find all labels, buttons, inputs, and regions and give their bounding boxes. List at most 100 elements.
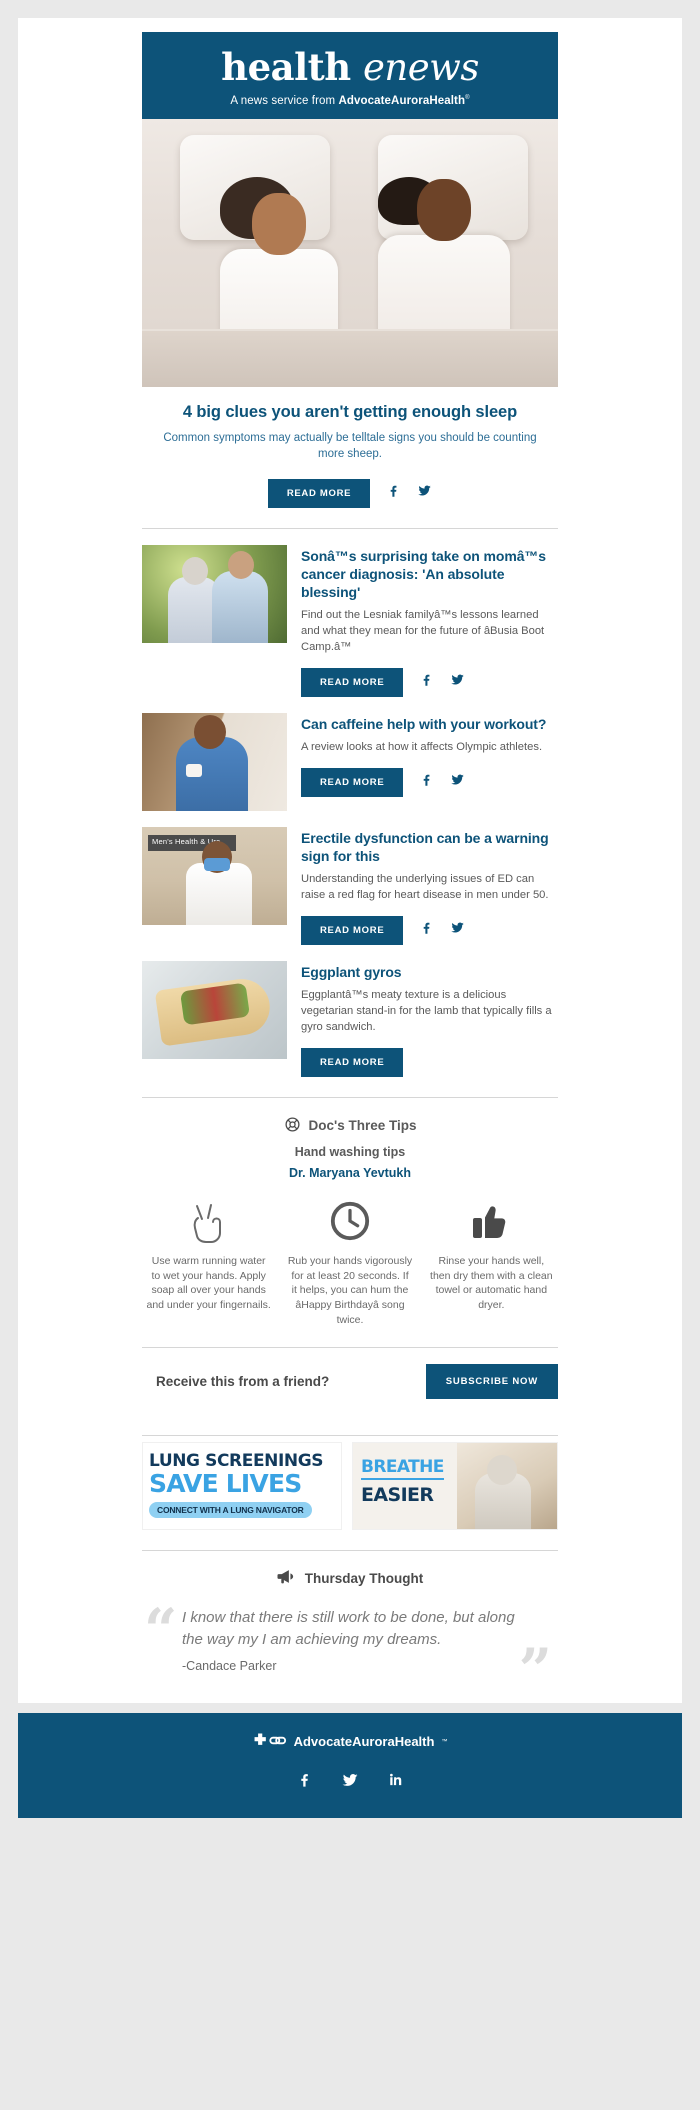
article-read-more-button[interactable]: READ MORE — [301, 915, 404, 945]
article-cta-row: READ MORE — [301, 667, 558, 697]
thought-heading-text: Thursday Thought — [304, 1570, 424, 1586]
thumbs-up-icon — [425, 1198, 558, 1244]
article-cta-row: READ MORE — [301, 915, 558, 945]
ad-line-1: LUNG SCREENINGS — [149, 1451, 324, 1472]
ad-line-2: EASIER — [361, 1484, 434, 1507]
masthead-subtitle: A news service from AdvocateAuroraHealth… — [142, 95, 558, 107]
twitter-icon[interactable] — [450, 772, 465, 792]
quote-text: I know that there is still work to be do… — [182, 1609, 515, 1649]
article-cta-row: READ MORE — [301, 767, 558, 797]
article-read-more-button[interactable]: READ MORE — [301, 667, 404, 697]
tips-author[interactable]: Dr. Maryana Yevtukh — [18, 1166, 682, 1180]
ad-lung-screenings[interactable]: LUNG SCREENINGS SAVE LIVES CONNECT WITH … — [142, 1442, 342, 1531]
hero-image-couple-in-bed[interactable] — [142, 118, 558, 387]
article-cta-row: READ MORE — [301, 1047, 558, 1077]
masthead-title-health: health — [221, 45, 364, 89]
thumb-face-mask — [204, 857, 230, 871]
tip-item: Rub your hands vigorously for at least 2… — [283, 1198, 416, 1327]
hero-blanket — [142, 328, 558, 387]
thumb-head-1 — [182, 556, 208, 585]
thumb-coffee-cup — [186, 763, 202, 777]
article-description: Eggplantâ™s meaty texture is a delicious… — [301, 989, 552, 1033]
ad-line-1: BREATHE — [361, 1457, 444, 1481]
ad-cta-pill[interactable]: CONNECT WITH A LUNG NAVIGATOR — [149, 1502, 312, 1519]
article-description: Understanding the underlying issues of E… — [301, 873, 549, 902]
email-body: health enews A news service from Advocat… — [18, 18, 682, 1703]
article-row: Sonâ™s surprising take on momâ™s cancer … — [142, 529, 558, 697]
facebook-icon[interactable] — [386, 483, 401, 503]
thumb-head-2 — [228, 550, 254, 579]
linkedin-icon[interactable] — [387, 1771, 404, 1793]
twitter-icon[interactable] — [450, 672, 465, 692]
subscribe-text: Receive this from a friend? — [156, 1374, 330, 1390]
article-row: Eggplant gyros Eggplantâ™s meaty texture… — [142, 945, 558, 1077]
masthead-title: health enews — [142, 48, 558, 88]
footer-logo[interactable]: AdvocateAuroraHealth ™ — [18, 1733, 682, 1751]
article-body: Sonâ™s surprising take on momâ™s cancer … — [301, 545, 558, 697]
tip-item: Rinse your hands well, then dry them wit… — [425, 1198, 558, 1327]
twitter-icon[interactable] — [450, 920, 465, 940]
facebook-icon[interactable] — [296, 1771, 313, 1793]
tip-text: Rub your hands vigorously for at least 2… — [287, 1254, 413, 1326]
tip-item: Use warm running water to wet your hands… — [142, 1198, 275, 1327]
facebook-icon[interactable] — [419, 920, 434, 940]
ad-line-2: SAVE LIVES — [149, 1469, 302, 1499]
quote-block: “ I know that there is still work to be … — [142, 1601, 558, 1703]
article-row: Can caffeine help with your workout? A r… — [142, 697, 558, 811]
masthead-trademark: ® — [465, 95, 470, 102]
article-thumbnail-eggplant-gyro[interactable] — [142, 960, 287, 1059]
open-quote-mark: “ — [144, 1596, 178, 1665]
article-title[interactable]: Can caffeine help with your workout? — [301, 715, 558, 733]
facebook-icon[interactable] — [419, 672, 434, 692]
article-title[interactable]: Erectile dysfunction can be a warning si… — [301, 829, 558, 865]
thumb-person-2 — [212, 570, 268, 643]
featured-article-title[interactable]: 4 big clues you aren't getting enough sl… — [140, 403, 560, 422]
article-description: Find out the Lesniak familyâ™s lessons l… — [301, 609, 545, 653]
masthead-title-enews: enews — [363, 46, 479, 89]
tips-heading-text: Doc's Three Tips — [308, 1118, 417, 1134]
article-row: Men's Health & Uro Erectile dysfunction … — [142, 811, 558, 945]
article-body: Can caffeine help with your workout? A r… — [301, 713, 558, 797]
thought-header: Thursday Thought — [18, 1569, 682, 1587]
featured-cta-row: READ MORE — [18, 478, 682, 508]
tip-text: Use warm running water to wet your hands… — [146, 1254, 271, 1311]
article-title[interactable]: Sonâ™s surprising take on momâ™s cancer … — [301, 547, 558, 602]
featured-read-more-button[interactable]: READ MORE — [267, 478, 371, 508]
close-quote-mark: ” — [518, 1635, 552, 1704]
featured-article-description: Common symptoms may actually be telltale… — [163, 431, 537, 461]
twitter-icon[interactable] — [341, 1771, 359, 1794]
article-thumbnail-woman-coffee[interactable] — [142, 712, 287, 811]
article-thumbnail-doctor[interactable]: Men's Health & Uro — [142, 826, 287, 925]
ad-photo-senior-woman — [457, 1443, 557, 1530]
article-read-more-button[interactable]: READ MORE — [301, 767, 404, 797]
subscribe-bar: Receive this from a friend? SUBSCRIBE NO… — [142, 1348, 558, 1415]
tip-text: Rinse your hands well, then dry them wit… — [430, 1254, 553, 1311]
thumb-head — [194, 714, 226, 749]
footer-social-row — [18, 1771, 682, 1794]
tips-heading-row: Doc's Three Tips — [18, 1116, 682, 1136]
ad-breathe-easier[interactable]: BREATHE EASIER — [352, 1442, 558, 1531]
lifebuoy-icon — [284, 1116, 301, 1136]
masthead-subtitle-pre: A news service from — [230, 94, 339, 107]
divider — [142, 1096, 558, 1098]
facebook-icon[interactable] — [419, 772, 434, 792]
article-body: Erectile dysfunction can be a warning si… — [301, 827, 558, 945]
article-read-more-button[interactable]: READ MORE — [301, 1047, 404, 1077]
masthead-brand: AdvocateAuroraHealth — [338, 94, 466, 107]
advocate-aurora-cross-link-logo-icon — [253, 1733, 287, 1751]
megaphone-icon — [277, 1569, 296, 1587]
masthead: health enews A news service from Advocat… — [142, 32, 558, 119]
article-thumbnail-couple-outdoors[interactable] — [142, 544, 287, 643]
ads-row: LUNG SCREENINGS SAVE LIVES CONNECT WITH … — [142, 1436, 558, 1531]
article-title[interactable]: Eggplant gyros — [301, 963, 558, 981]
footer: AdvocateAuroraHealth ™ — [18, 1712, 682, 1818]
article-body: Eggplant gyros Eggplantâ™s meaty texture… — [301, 961, 558, 1077]
twitter-icon[interactable] — [417, 483, 432, 503]
subscribe-now-button[interactable]: SUBSCRIBE NOW — [425, 1364, 558, 1400]
clock-icon — [283, 1198, 416, 1244]
ad-text-block: BREATHE EASIER — [353, 1443, 457, 1529]
hero-person-right-face — [417, 178, 471, 241]
peace-hand-icon — [142, 1198, 275, 1244]
tips-list: Use warm running water to wet your hands… — [142, 1198, 558, 1327]
divider — [142, 1550, 558, 1552]
